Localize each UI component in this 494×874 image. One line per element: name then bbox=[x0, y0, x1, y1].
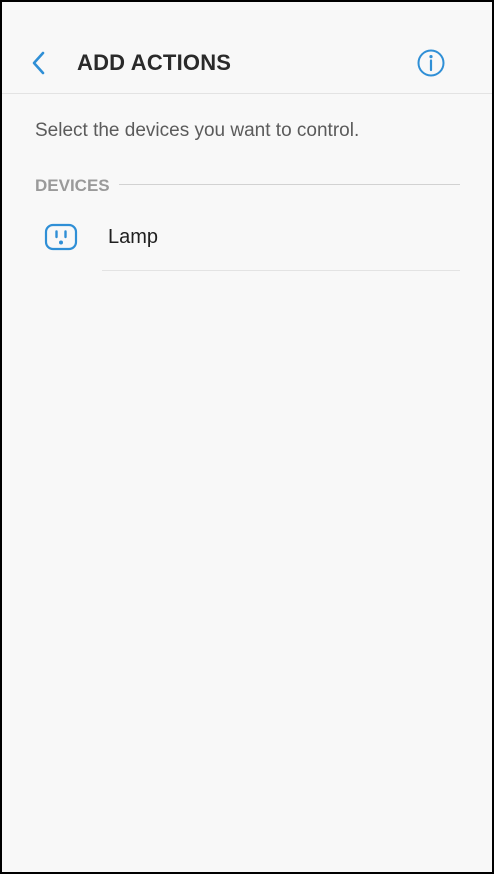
section-divider bbox=[119, 184, 460, 185]
info-button[interactable] bbox=[415, 47, 447, 79]
app-bar: ADD ACTIONS bbox=[2, 32, 492, 94]
info-icon bbox=[417, 49, 445, 77]
device-name: Lamp bbox=[108, 226, 159, 248]
chevron-left-icon bbox=[32, 51, 45, 75]
app-bar-divider bbox=[2, 93, 492, 94]
device-list-item-lamp[interactable]: Lamp bbox=[2, 208, 492, 271]
page-title: ADD ACTIONS bbox=[77, 50, 232, 75]
devices-section-header: DEVICES bbox=[35, 174, 460, 196]
instruction-text: Select the devices you want to control. bbox=[35, 120, 360, 141]
power-outlet-icon bbox=[44, 223, 78, 251]
list-divider bbox=[102, 270, 460, 271]
status-bar bbox=[2, 2, 492, 32]
phone-screen: ADD ACTIONS Select the devices you want … bbox=[2, 2, 492, 872]
section-title: DEVICES bbox=[35, 176, 110, 195]
back-button[interactable] bbox=[24, 48, 54, 78]
